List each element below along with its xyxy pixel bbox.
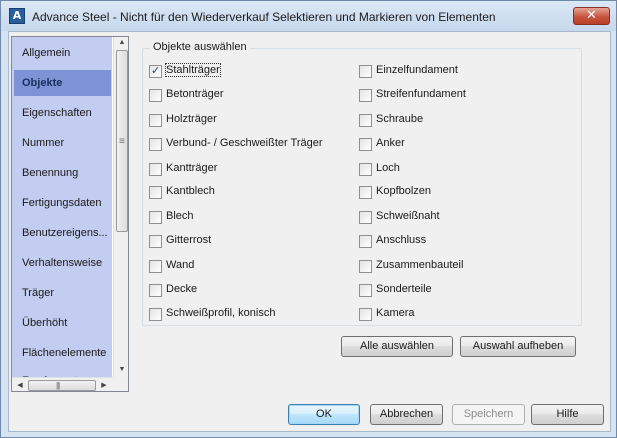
checkbox-label: Zusammenbauteil bbox=[376, 259, 464, 271]
checkbox-label: Anker bbox=[376, 137, 405, 149]
horizontal-scroll-thumb[interactable]: ||| bbox=[28, 380, 96, 391]
checkbox-label: Holzträger bbox=[166, 113, 217, 125]
checkbox-box[interactable] bbox=[149, 163, 162, 176]
cancel-button[interactable]: Abbrechen bbox=[370, 404, 443, 425]
nav-item-fundamente[interactable]: Fundamente bbox=[14, 368, 111, 377]
checkbox-box[interactable] bbox=[149, 235, 162, 248]
checkbox-box[interactable] bbox=[149, 114, 162, 127]
nav-item-traeger[interactable]: Träger bbox=[14, 280, 111, 306]
window-title: Advance Steel - Nicht für den Wiederverk… bbox=[32, 10, 496, 24]
checkbox-box[interactable] bbox=[359, 308, 372, 321]
checkbox-label: Kamera bbox=[376, 307, 415, 319]
checkbox-label: Kopfbolzen bbox=[376, 185, 432, 197]
category-list-items: Allgemein Objekte Eigenschaften Nummer B… bbox=[12, 37, 112, 377]
save-button[interactable]: Speichern bbox=[452, 404, 525, 425]
checkbox-label: Blech bbox=[166, 210, 194, 222]
checkbox-box[interactable] bbox=[359, 138, 372, 151]
checkbox-box[interactable] bbox=[149, 138, 162, 151]
checkbox-box[interactable] bbox=[359, 114, 372, 127]
checkbox-label: Sonderteile bbox=[376, 283, 432, 295]
checkbox-label: Verbund- / Geschweißter Träger bbox=[166, 137, 323, 149]
checkbox-label: Schweißnaht bbox=[376, 210, 440, 222]
nav-item-fertigungsdaten[interactable]: Fertigungsdaten bbox=[14, 190, 111, 216]
checkbox-box[interactable] bbox=[359, 260, 372, 273]
advance-steel-app-icon: A bbox=[9, 8, 25, 24]
nav-item-allgemein[interactable]: Allgemein bbox=[14, 40, 111, 66]
dialog-window: A Advance Steel - Nicht für den Wiederve… bbox=[0, 0, 617, 438]
checkbox-box[interactable] bbox=[359, 284, 372, 297]
scroll-down-icon[interactable]: ▼ bbox=[116, 365, 128, 375]
checkbox-box[interactable] bbox=[149, 260, 162, 273]
ok-button[interactable]: OK bbox=[288, 404, 360, 425]
checkbox-label: Streifenfundament bbox=[376, 88, 466, 100]
checkbox-label: Wand bbox=[166, 259, 195, 271]
vertical-scroll-thumb[interactable]: ≡ bbox=[116, 50, 128, 232]
scroll-right-icon[interactable]: ▶ bbox=[98, 380, 110, 391]
horizontal-grip-icon: ||| bbox=[56, 381, 60, 390]
checkbox-label: Schraube bbox=[376, 113, 424, 125]
checkbox-label: Schweißprofil, konisch bbox=[166, 307, 276, 319]
nav-item-benutzereigenschaften[interactable]: Benutzereigens... bbox=[14, 220, 111, 246]
checkbox-box[interactable] bbox=[359, 211, 372, 224]
checkbox-label: Decke bbox=[166, 283, 198, 295]
dialog-client-area: Allgemein Objekte Eigenschaften Nummer B… bbox=[8, 31, 611, 432]
checkbox-box[interactable] bbox=[149, 89, 162, 102]
checkbox-label: Stahlträger bbox=[165, 63, 221, 77]
nav-item-verhaltensweise[interactable]: Verhaltensweise bbox=[14, 250, 111, 276]
checkbox-box[interactable] bbox=[359, 235, 372, 248]
nav-item-nummer[interactable]: Nummer bbox=[14, 130, 111, 156]
close-button[interactable]: ✕ bbox=[573, 7, 610, 25]
nav-item-benennung[interactable]: Benennung bbox=[14, 160, 111, 186]
checkbox-box[interactable] bbox=[359, 186, 372, 199]
nav-item-flaechenelemente[interactable]: Flächenelemente bbox=[14, 340, 111, 366]
nav-item-objekte[interactable]: Objekte bbox=[14, 70, 111, 96]
scrollbar-corner bbox=[113, 377, 128, 391]
checkbox-box[interactable] bbox=[149, 211, 162, 224]
horizontal-scrollbar[interactable]: ◀ ||| ▶ bbox=[12, 377, 128, 391]
checkbox-label: Kantblech bbox=[166, 185, 215, 197]
help-button[interactable]: Hilfe bbox=[531, 404, 604, 425]
grip-icon: ≡ bbox=[119, 136, 125, 147]
checkbox-label: Anschluss bbox=[376, 234, 427, 246]
select-all-button[interactable]: Alle auswählen bbox=[341, 336, 453, 357]
checkbox-label: Kantträger bbox=[166, 162, 218, 174]
checkbox-box[interactable]: ✓ bbox=[149, 64, 162, 78]
checkbox-label: Betonträger bbox=[166, 88, 224, 100]
checkbox-box[interactable] bbox=[359, 65, 372, 78]
check-icon: ✓ bbox=[151, 64, 161, 77]
scroll-left-icon[interactable]: ◀ bbox=[14, 380, 26, 391]
scroll-up-icon[interactable]: ▲ bbox=[116, 38, 128, 48]
title-bar[interactable]: A Advance Steel - Nicht für den Wiederve… bbox=[1, 1, 616, 31]
checkbox-label: Loch bbox=[376, 162, 400, 174]
checkbox-box[interactable] bbox=[359, 89, 372, 102]
checkbox-box[interactable] bbox=[359, 163, 372, 176]
checkbox-box[interactable] bbox=[149, 308, 162, 321]
close-icon: ✕ bbox=[586, 8, 597, 23]
nav-item-eigenschaften[interactable]: Eigenschaften bbox=[14, 100, 111, 126]
checkbox-box[interactable] bbox=[149, 284, 162, 297]
deselect-all-button[interactable]: Auswahl aufheben bbox=[460, 336, 576, 357]
checkbox-label: Einzelfundament bbox=[376, 64, 458, 76]
checkbox-box[interactable] bbox=[149, 186, 162, 199]
category-list: Allgemein Objekte Eigenschaften Nummer B… bbox=[11, 36, 129, 392]
checkbox-label: Gitterrost bbox=[166, 234, 212, 246]
vertical-scrollbar[interactable]: ▲ ≡ ▼ bbox=[113, 37, 128, 377]
nav-item-ueberhoeht[interactable]: Überhöht bbox=[14, 310, 111, 336]
group-legend: Objekte auswählen bbox=[150, 41, 250, 53]
